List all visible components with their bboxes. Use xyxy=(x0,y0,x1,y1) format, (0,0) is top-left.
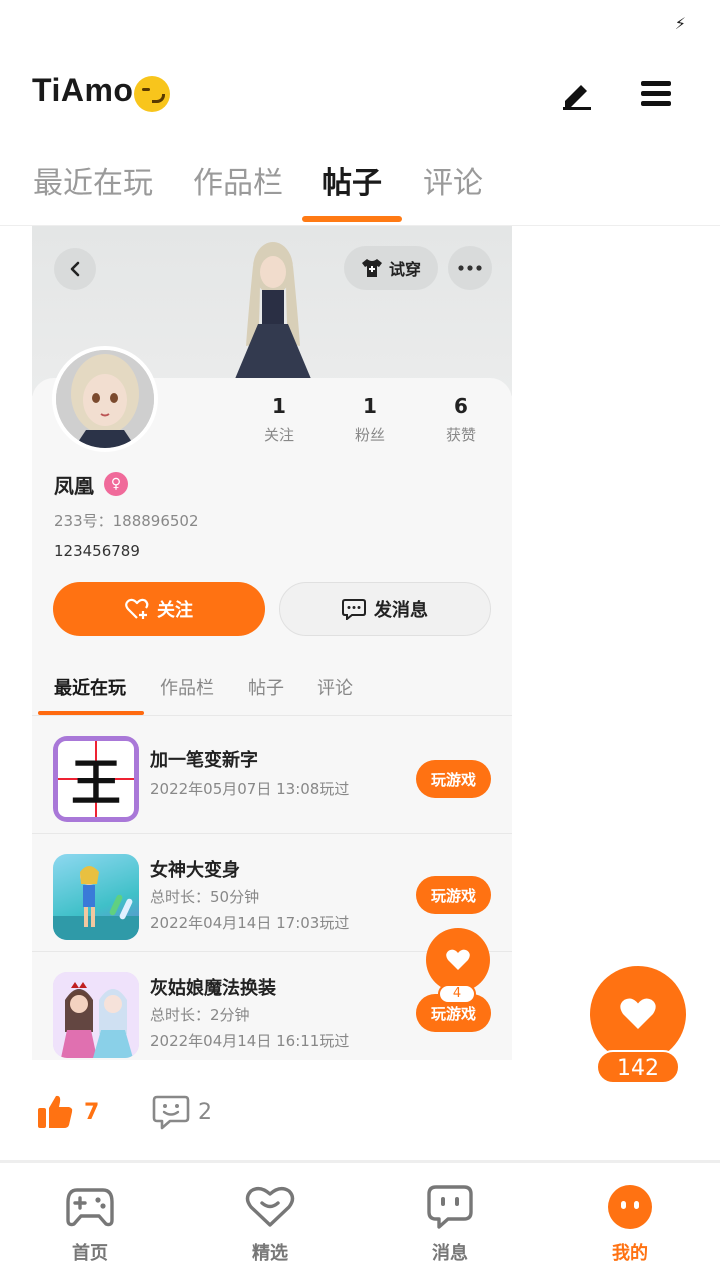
heart-plus-icon xyxy=(125,598,149,619)
post-like-count: 7 xyxy=(84,1100,100,1125)
back-button[interactable] xyxy=(54,248,96,290)
avatar-portrait xyxy=(56,350,154,448)
profile-tabs: 最近在玩 作品栏 帖子 评论 xyxy=(0,140,720,226)
menu-button[interactable] xyxy=(636,74,676,114)
post-comment-count: 2 xyxy=(198,1100,212,1125)
try-on-button[interactable]: 试穿 xyxy=(344,246,438,290)
followers-label: 粉丝 xyxy=(354,426,385,444)
inner-like-button[interactable] xyxy=(426,928,490,992)
list-item[interactable]: 王 加一笔变新字 2022年05月07日 13:08玩过 玩游戏 xyxy=(32,716,512,834)
user-bio: 123456789 xyxy=(54,542,140,560)
game-last-played: 2022年05月07日 13:08玩过 xyxy=(150,780,350,798)
likes-received-count: 6 xyxy=(454,394,468,418)
game-play-duration: 总时长：50分钟 xyxy=(150,888,260,906)
game-name: 女神大变身 xyxy=(150,860,240,881)
game-play-duration: 总时长：2分钟 xyxy=(150,1006,250,1024)
follow-button[interactable]: 关注 xyxy=(53,582,265,636)
female-gender-icon: ♀ xyxy=(104,472,128,496)
like-floating-count: 142 xyxy=(596,1050,680,1084)
pencil-icon xyxy=(563,85,591,110)
game-icon-goddess xyxy=(53,854,139,940)
tab-posts[interactable]: 帖子 xyxy=(322,158,382,202)
chevron-left-icon xyxy=(70,261,80,277)
game-last-played: 2022年04月14日 17:03玩过 xyxy=(150,914,350,932)
nav-featured[interactable]: 精选 xyxy=(220,1181,320,1265)
game-icon-add-stroke: 王 xyxy=(53,736,139,822)
gamepad-icon xyxy=(66,1188,114,1227)
username: 凤凰 xyxy=(54,474,94,498)
inner-profile-tabs: 最近在玩 作品栏 帖子 评论 xyxy=(32,660,512,716)
send-message-label: 发消息 xyxy=(374,600,428,621)
edit-button[interactable] xyxy=(556,74,596,114)
heart-icon xyxy=(446,949,470,970)
tab-works[interactable]: 作品栏 xyxy=(193,158,283,202)
following-count: 1 xyxy=(272,394,286,418)
app-title: TiAmo. xyxy=(32,72,143,108)
bottom-navigation: 首页 精选 消息 我的 xyxy=(0,1160,720,1280)
avatar[interactable] xyxy=(52,346,158,452)
charging-icon: ⚡ xyxy=(674,14,686,33)
nav-home-label: 首页 xyxy=(72,1243,108,1264)
nav-messages[interactable]: 消息 xyxy=(400,1181,500,1265)
game-name: 灰姑娘魔法换装 xyxy=(150,978,276,999)
nav-messages-label: 消息 xyxy=(432,1243,468,1264)
play-game-button[interactable]: 玩游戏 xyxy=(416,760,491,798)
game-last-played: 2022年04月14日 16:11玩过 xyxy=(150,1032,350,1050)
avatar-character-figure xyxy=(232,242,314,396)
followers-count: 1 xyxy=(363,394,377,418)
play-game-button[interactable]: 玩游戏 xyxy=(416,876,491,914)
tab-comments[interactable]: 评论 xyxy=(423,158,483,202)
stat-likes[interactable]: 6 获赞 xyxy=(426,394,496,445)
nav-profile[interactable]: 我的 xyxy=(580,1181,680,1265)
active-tab-indicator xyxy=(302,216,402,222)
chat-face-icon xyxy=(427,1185,473,1229)
heart-icon xyxy=(620,998,656,1029)
following-label: 关注 xyxy=(263,426,294,444)
follow-label: 关注 xyxy=(157,600,193,621)
game-icon-character: 王 xyxy=(71,754,121,812)
thumbs-up-button[interactable] xyxy=(36,1094,76,1134)
like-floating-button[interactable] xyxy=(590,966,686,1062)
try-on-label: 试穿 xyxy=(388,260,421,279)
inner-tab-posts[interactable]: 帖子 xyxy=(248,674,284,700)
hamburger-icon xyxy=(641,81,671,106)
inner-tab-comments[interactable]: 评论 xyxy=(317,674,353,700)
send-message-button[interactable]: 发消息 xyxy=(279,582,491,636)
smirk-emoji-icon xyxy=(134,76,170,112)
ellipsis-icon xyxy=(458,265,482,271)
inner-like-count: 4 xyxy=(438,984,476,1004)
tab-recent[interactable]: 最近在玩 xyxy=(33,158,153,202)
tshirt-icon xyxy=(361,259,382,277)
status-bar: ⚡ xyxy=(0,0,720,46)
profile-face-icon xyxy=(608,1185,652,1229)
princesses-figure xyxy=(53,972,139,1058)
top-bar: TiAmo. xyxy=(0,46,720,138)
inner-tab-recent[interactable]: 最近在玩 xyxy=(54,674,126,700)
chat-bubble-icon xyxy=(342,599,366,620)
game-icon-cinderella xyxy=(53,972,139,1058)
stat-following[interactable]: 1 关注 xyxy=(244,394,314,445)
comment-button[interactable] xyxy=(152,1094,192,1134)
more-options-button[interactable] xyxy=(448,246,492,290)
heart-smile-icon xyxy=(245,1186,295,1227)
nav-featured-label: 精选 xyxy=(252,1243,288,1264)
stat-followers[interactable]: 1 粉丝 xyxy=(335,394,405,445)
thumbs-up-icon xyxy=(38,1095,73,1128)
inner-active-tab-indicator xyxy=(38,711,144,715)
nav-home[interactable]: 首页 xyxy=(40,1181,140,1265)
nav-profile-label: 我的 xyxy=(612,1243,648,1264)
post-actions-bar: 7 2 xyxy=(0,1084,720,1144)
inner-tab-works[interactable]: 作品栏 xyxy=(160,674,214,700)
likes-received-label: 获赞 xyxy=(445,426,476,444)
user-id: 233号：188896502 xyxy=(54,512,199,530)
game-name: 加一笔变新字 xyxy=(150,750,258,771)
comment-smile-icon xyxy=(152,1095,190,1130)
goddess-figure xyxy=(53,866,139,940)
